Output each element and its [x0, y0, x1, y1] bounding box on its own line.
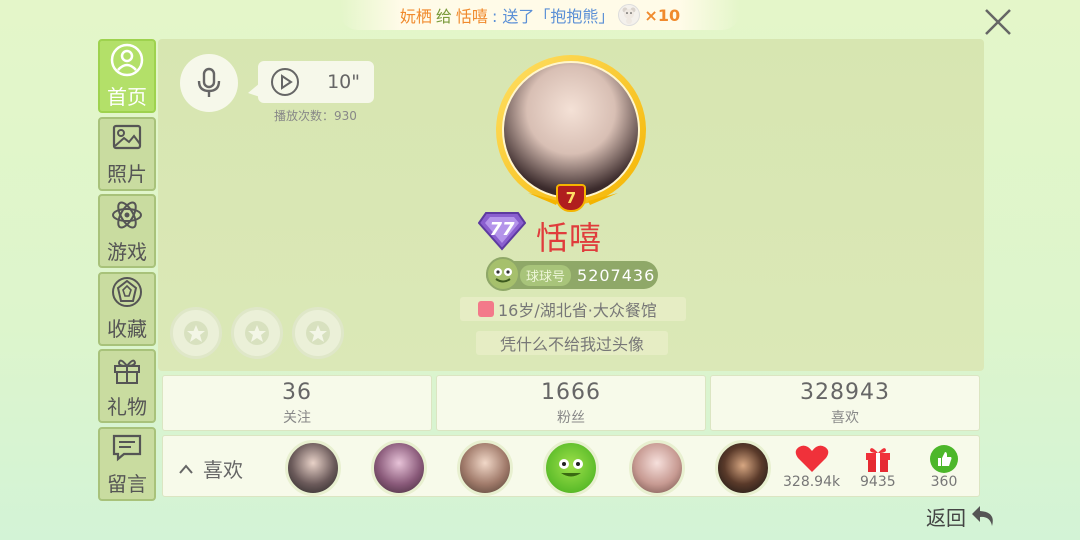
thumbs-up-icon	[930, 445, 958, 473]
chevron-up-icon	[179, 463, 193, 474]
heart-icon	[795, 445, 828, 472]
stat-value: 1666	[541, 379, 601, 405]
medal-slot[interactable]	[292, 307, 344, 359]
location-icon	[478, 301, 494, 317]
gem-icon	[112, 277, 142, 307]
medal-slot[interactable]	[231, 307, 283, 359]
thumb-count: 360	[930, 474, 958, 490]
stat-label: 粉丝	[557, 409, 585, 426]
atom-icon	[112, 201, 142, 228]
liker-avatar[interactable]	[543, 440, 599, 496]
sidebar-item-messages[interactable]: 留言	[98, 426, 156, 501]
username: 恬嘻	[536, 219, 603, 257]
green-monster-icon	[559, 459, 583, 477]
teddy-bear-icon	[618, 4, 641, 26]
sidebar-item-label: 首页	[107, 84, 147, 109]
gift-icon	[114, 359, 140, 384]
liker-avatar[interactable]	[285, 440, 341, 496]
likes-row: 喜欢 328.94k 9435 360	[162, 435, 980, 497]
stat-value: 328943	[800, 379, 890, 405]
sidebar-item-photos[interactable]: 照片	[98, 116, 156, 191]
microphone-icon	[197, 67, 221, 97]
sidebar-item-label: 礼物	[107, 394, 147, 419]
level-badge: 7	[556, 184, 586, 212]
profile-panel: 10" 播放次数：930 7 77 恬嘻 球球号 5207436 16岁/湖北省…	[158, 39, 984, 371]
qiuqiu-face-icon	[486, 257, 520, 291]
notice-message: : 送了「抱抱熊」	[491, 7, 615, 26]
avatar-frame[interactable]	[496, 55, 646, 205]
star-medal-icon	[245, 321, 269, 345]
user-signature: 凭什么不给我过头像	[476, 331, 668, 355]
user-icon	[110, 43, 144, 76]
stat-value: 36	[282, 379, 312, 405]
vip-badge: 77	[478, 211, 526, 251]
qiuqiu-id-badge: 球球号 5207436	[486, 257, 658, 291]
liker-avatars	[285, 440, 771, 496]
likes-title: 喜欢	[203, 458, 243, 482]
gift-box-icon	[865, 448, 890, 472]
liker-avatar[interactable]	[457, 440, 513, 496]
play-icon	[271, 68, 299, 96]
likes-collapse-toggle[interactable]: 喜欢	[179, 454, 243, 483]
star-medal-icon	[184, 321, 208, 345]
sidebar-item-label: 照片	[107, 162, 147, 186]
thumb-stat[interactable]: 360	[929, 444, 959, 490]
notice-sender: 妧栖	[399, 7, 432, 26]
gift-count: 9435	[860, 474, 896, 490]
back-arrow-icon	[972, 505, 993, 526]
star-medal-icon	[306, 321, 330, 345]
sidebar-item-label: 游戏	[107, 239, 147, 264]
notice-verb: 给	[435, 7, 452, 26]
sidebar-item-gifts[interactable]: 礼物	[98, 349, 156, 423]
back-button[interactable]: 返回	[926, 502, 998, 531]
heart-stat[interactable]: 328.94k	[783, 444, 840, 490]
voice-intro-player[interactable]: 10"	[248, 61, 374, 103]
sidebar-item-label: 留言	[107, 472, 147, 496]
stat-label: 喜欢	[831, 409, 859, 426]
stat-fans[interactable]: 1666 粉丝	[436, 375, 706, 431]
heart-count: 328.94k	[783, 474, 841, 490]
liker-avatar[interactable]	[629, 440, 685, 496]
voice-duration: 10"	[327, 71, 360, 93]
sidebar-item-games[interactable]: 游戏	[98, 194, 156, 268]
avatar	[502, 61, 640, 199]
qiuqiu-id: 5207436	[577, 265, 656, 285]
user-info: 16岁/湖北省·大众餐馆	[498, 301, 657, 320]
qiuqiu-label: 球球号	[520, 264, 572, 286]
stats-row: 36 关注 1666 粉丝 328943 喜欢	[162, 375, 980, 431]
stat-likes[interactable]: 328943 喜欢	[710, 375, 980, 431]
liker-avatar[interactable]	[371, 440, 427, 496]
notice-receiver: 恬嘻	[455, 7, 488, 26]
medal-list	[170, 307, 344, 359]
vip-level: 77	[489, 219, 515, 240]
gift-notification: 妧栖 给 恬嘻 : 送了「抱抱熊」 ×10	[340, 0, 740, 30]
gift-stat[interactable]: 9435	[860, 444, 896, 490]
notice-count: ×10	[644, 5, 681, 25]
photo-icon	[112, 124, 142, 150]
sidebar: 首页 照片 游戏 收藏 礼物 留言	[98, 39, 156, 504]
user-info-line: 16岁/湖北省·大众餐馆	[460, 297, 686, 321]
sidebar-item-home[interactable]: 首页	[98, 39, 156, 113]
record-voice-button[interactable]	[180, 54, 238, 112]
stat-following[interactable]: 36 关注	[162, 375, 432, 431]
message-icon	[112, 434, 142, 462]
liker-avatar[interactable]	[715, 440, 771, 496]
back-label: 返回	[926, 506, 966, 530]
stat-label: 关注	[283, 409, 311, 426]
medal-slot[interactable]	[170, 307, 222, 359]
sidebar-item-favorites[interactable]: 收藏	[98, 271, 156, 346]
close-icon	[985, 9, 1011, 35]
play-count: 播放次数：930	[274, 109, 357, 123]
close-button[interactable]	[980, 4, 1016, 40]
sidebar-item-label: 收藏	[107, 317, 147, 341]
